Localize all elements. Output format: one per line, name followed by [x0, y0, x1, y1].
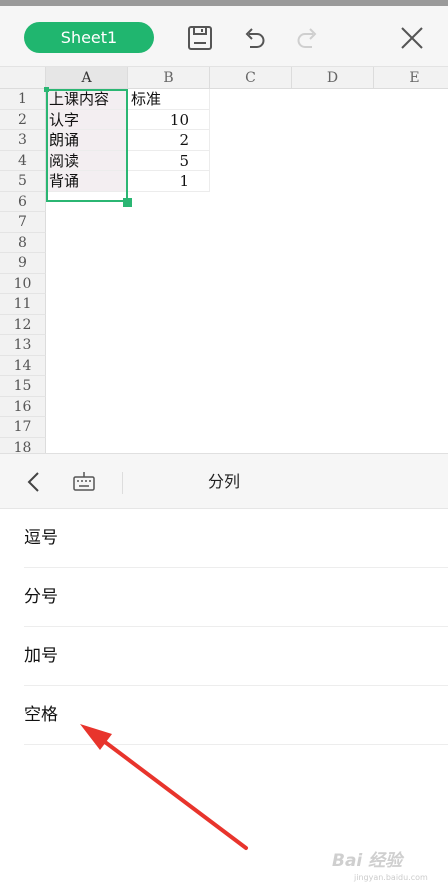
column-header-e[interactable]: E	[374, 67, 448, 89]
option-comma[interactable]: 逗号	[24, 509, 448, 568]
cell-b3[interactable]: 2	[128, 130, 210, 151]
row-header[interactable]: 12	[0, 314, 46, 335]
cell-a5[interactable]: 背诵	[46, 171, 128, 192]
select-all-corner[interactable]	[0, 67, 46, 89]
split-column-header: 分列	[0, 453, 448, 509]
header-divider	[122, 472, 123, 494]
spreadsheet-grid[interactable]: A B C D E 1 2 3 4 5 6 7 8 9 10 11 12 13 …	[0, 67, 448, 453]
top-toolbar: Sheet1	[0, 6, 448, 67]
row-header[interactable]: 10	[0, 273, 46, 294]
column-header-c[interactable]: C	[210, 67, 292, 89]
cell-a4[interactable]: 阅读	[46, 150, 128, 171]
row-header[interactable]: 9	[0, 253, 46, 274]
row-header[interactable]: 7	[0, 212, 46, 233]
keyboard-icon[interactable]	[68, 468, 100, 496]
row-header[interactable]: 14	[0, 355, 46, 376]
row-header[interactable]: 1	[0, 89, 46, 110]
option-space[interactable]: 空格	[24, 686, 448, 745]
option-semicolon[interactable]: 分号	[24, 568, 448, 627]
row-header[interactable]: 13	[0, 335, 46, 356]
watermark-logo: Bai 经验	[332, 851, 403, 871]
option-plus[interactable]: 加号	[24, 627, 448, 686]
cell-b5[interactable]: 1	[128, 171, 210, 192]
cell-b1[interactable]: 标准	[128, 89, 210, 110]
watermark-url: jingyan.baidu.com	[354, 873, 428, 882]
undo-icon[interactable]	[236, 20, 272, 56]
cell-a1[interactable]: 上课内容	[46, 89, 128, 110]
close-icon[interactable]	[394, 20, 430, 56]
sheet-tab-button[interactable]: Sheet1	[24, 22, 154, 53]
row-header[interactable]: 4	[0, 150, 46, 171]
row-header[interactable]: 15	[0, 376, 46, 397]
cell-a3[interactable]: 朗诵	[46, 130, 128, 151]
row-header[interactable]: 16	[0, 396, 46, 417]
row-header[interactable]: 17	[0, 417, 46, 438]
row-header[interactable]: 8	[0, 232, 46, 253]
back-chevron-icon[interactable]	[20, 468, 48, 496]
cell-b4[interactable]: 5	[128, 150, 210, 171]
row-header[interactable]: 6	[0, 191, 46, 212]
row-header[interactable]: 2	[0, 109, 46, 130]
cell-b2[interactable]: 10	[128, 109, 210, 130]
row-header[interactable]: 18	[0, 437, 46, 453]
row-header[interactable]: 11	[0, 294, 46, 315]
column-header-d[interactable]: D	[292, 67, 374, 89]
save-icon[interactable]	[182, 20, 218, 56]
column-header-b[interactable]: B	[128, 67, 210, 89]
redo-icon[interactable]	[290, 20, 326, 56]
column-header-a[interactable]: A	[46, 67, 128, 89]
cell-a2[interactable]: 认字	[46, 109, 128, 130]
row-header[interactable]: 3	[0, 130, 46, 151]
row-header[interactable]: 5	[0, 171, 46, 192]
selection-top-handle[interactable]	[44, 87, 49, 92]
selection-fill-handle[interactable]	[123, 198, 132, 207]
delimiter-option-list: 逗号 分号 加号 空格	[0, 509, 448, 745]
